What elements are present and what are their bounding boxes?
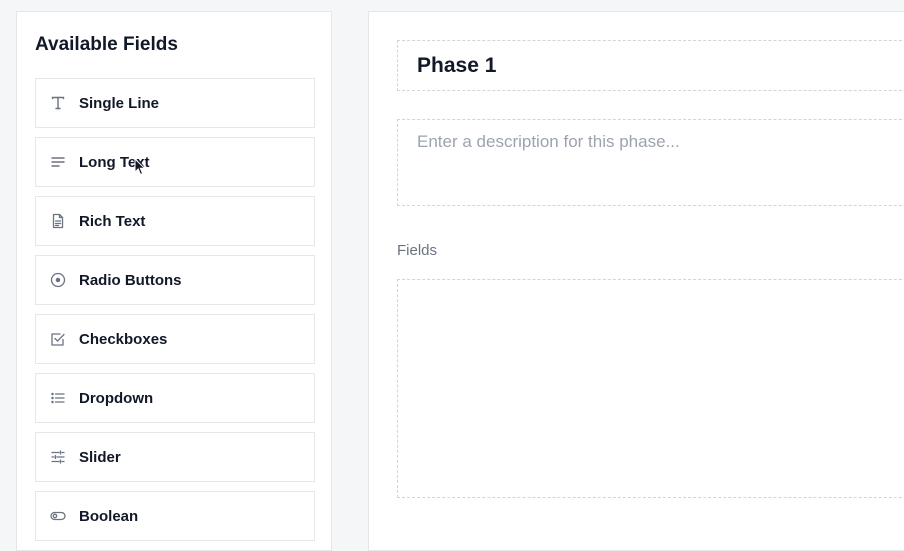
fields-label: Fields	[397, 242, 438, 259]
field-item-rich-text[interactable]: Rich Text	[35, 196, 315, 246]
field-item-long-text[interactable]: Long Text	[35, 137, 315, 187]
field-item-label: Boolean	[79, 507, 139, 525]
fields-drop-zone[interactable]	[397, 279, 904, 498]
field-item-label: Long Text	[79, 153, 150, 171]
phase-title[interactable]: Phase 1	[397, 40, 904, 91]
phase-editor-panel: Phase 1 Fields	[368, 11, 904, 551]
list-icon	[49, 389, 67, 407]
field-item-label: Radio Buttons	[79, 271, 182, 289]
phase-description-input[interactable]	[398, 120, 904, 205]
field-item-boolean[interactable]: Boolean	[35, 491, 315, 541]
available-fields-panel: Available Fields Single Line Long Text R…	[16, 11, 332, 551]
document-icon	[49, 212, 67, 230]
align-left-icon	[49, 153, 67, 171]
radio-icon	[49, 271, 67, 289]
toggle-icon	[49, 507, 67, 525]
field-list: Single Line Long Text Rich Text Radio Bu…	[35, 78, 315, 550]
sliders-icon	[49, 448, 67, 466]
field-item-single-line[interactable]: Single Line	[35, 78, 315, 128]
field-item-radio-buttons[interactable]: Radio Buttons	[35, 255, 315, 305]
phase-description-box	[397, 119, 904, 206]
text-t-icon	[49, 94, 67, 112]
field-item-label: Dropdown	[79, 389, 154, 407]
field-item-label: Slider	[79, 448, 121, 466]
field-item-dropdown[interactable]: Dropdown	[35, 373, 315, 423]
panel-title: Available Fields	[35, 34, 178, 55]
field-item-label: Checkboxes	[79, 330, 168, 348]
field-item-checkboxes[interactable]: Checkboxes	[35, 314, 315, 364]
field-item-label: Rich Text	[79, 212, 146, 230]
field-item-label: Single Line	[79, 94, 160, 112]
checkbox-icon	[49, 330, 67, 348]
field-item-slider[interactable]: Slider	[35, 432, 315, 482]
